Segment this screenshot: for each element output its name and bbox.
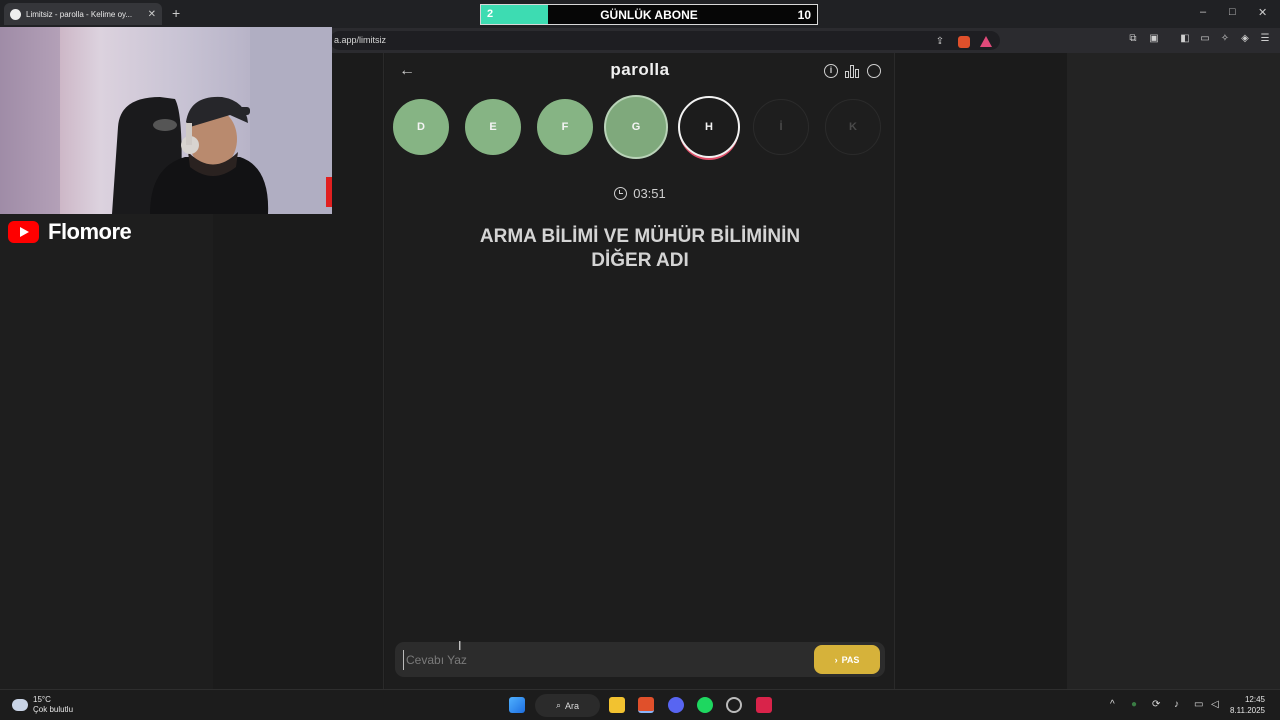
- maximize-button[interactable]: □: [1229, 6, 1236, 18]
- letter-circle-i: İ: [753, 99, 809, 155]
- url-text: a.app/limitsiz: [334, 35, 387, 45]
- letter-circle-d: D: [393, 99, 449, 155]
- menu-icon[interactable]: ☰: [1259, 33, 1271, 45]
- display-icon[interactable]: ▭: [1194, 699, 1203, 710]
- weather-text: Çok bulutlu: [33, 705, 74, 714]
- brave-rewards-icon[interactable]: [980, 36, 992, 48]
- date: 8.11.2025: [1230, 706, 1265, 715]
- app-icon[interactable]: [756, 697, 772, 713]
- time: 12:45: [1244, 695, 1265, 704]
- question-line-2: DİĞER ADI: [591, 250, 689, 271]
- close-window-button[interactable]: ✕: [1258, 6, 1267, 19]
- timer-value: 03:51: [633, 186, 666, 201]
- subs-label: GÜNLÜK ABONE: [600, 8, 698, 22]
- subs-goal: 10: [797, 8, 811, 22]
- letter-circle-h-current: H: [678, 96, 740, 158]
- letter-circle-e: E: [465, 99, 521, 155]
- webcam-scene: [0, 27, 332, 214]
- stats-icon[interactable]: [845, 64, 859, 78]
- daily-subs-goal-bar: 2 GÜNLÜK ABONE 10: [480, 4, 818, 25]
- youtube-logo-icon: [8, 221, 39, 243]
- temperature: 15°C: [33, 695, 51, 704]
- profile-icon[interactable]: [867, 64, 881, 78]
- timer: 03:51: [385, 186, 895, 201]
- question-text: ARMA BİLİMİ VE MÜHÜR BİLİMİNİN DİĞER ADI: [445, 225, 835, 273]
- right-panel: [1067, 53, 1280, 689]
- letter-circle-f: F: [537, 99, 593, 155]
- share-icon[interactable]: ⇪: [934, 36, 946, 48]
- tab-groups-icon[interactable]: ▣: [1148, 33, 1160, 45]
- chevron-right-icon: ›: [834, 654, 838, 665]
- brave-browser-icon[interactable]: [638, 697, 654, 713]
- page-gutter-right: [895, 53, 1067, 689]
- tab-title: Limitsiz - parolla - Kelime oy...: [26, 9, 133, 19]
- brave-shields-icon[interactable]: [958, 36, 970, 48]
- discord-icon[interactable]: [668, 697, 684, 713]
- answer-input[interactable]: [403, 650, 803, 670]
- windows-start-icon[interactable]: [509, 697, 525, 713]
- spotify-icon[interactable]: [697, 697, 713, 713]
- search-icon: ⌕: [555, 700, 562, 710]
- pass-label: PAS: [841, 654, 860, 665]
- minimize-button[interactable]: –: [1200, 6, 1206, 18]
- pass-button[interactable]: › PAS: [814, 645, 880, 674]
- tab-close-icon[interactable]: ✕: [148, 9, 156, 20]
- taskbar: 15°C Çok bulutlu ⌕ Ara ^ ● ⟳ ♪ ▭ ◁ 12:45…: [0, 689, 1280, 720]
- search-label: Ara: [565, 700, 580, 711]
- cloud-icon: [12, 699, 28, 711]
- microphone-icon[interactable]: ♪: [1174, 699, 1179, 710]
- app-title: parolla: [610, 60, 670, 79]
- text-cursor-icon: I: [458, 639, 462, 653]
- leo-ai-icon[interactable]: ✧: [1219, 33, 1231, 45]
- sidebar-icon[interactable]: ◧: [1179, 33, 1191, 45]
- tray-overflow-icon[interactable]: ^: [1110, 699, 1115, 710]
- browser-tab[interactable]: Limitsiz - parolla - Kelime oy... ✕: [4, 3, 162, 25]
- sync-icon[interactable]: ⟳: [1152, 699, 1160, 710]
- letter-circle-k: K: [825, 99, 881, 155]
- game-app: ← parolla i D E F G H İ K 03:51 ARMA BİL…: [385, 53, 895, 689]
- clock-icon: [614, 187, 628, 200]
- taskbar-clock[interactable]: 12:45 8.11.2025: [1230, 694, 1265, 716]
- tray-app-icon[interactable]: ●: [1131, 699, 1137, 710]
- taskbar-search[interactable]: ⌕ Ara: [535, 694, 600, 717]
- steam-icon[interactable]: [726, 697, 742, 713]
- tab-favicon-icon: [10, 8, 21, 20]
- weather-widget[interactable]: 15°C Çok bulutlu: [12, 695, 73, 715]
- wallet-icon[interactable]: ▭: [1199, 33, 1211, 45]
- file-explorer-icon[interactable]: [609, 697, 625, 713]
- webcam-overlay: [0, 27, 332, 214]
- channel-name: Flomore: [48, 219, 132, 244]
- extensions-icon[interactable]: ⧉: [1127, 33, 1139, 45]
- new-tab-button[interactable]: +: [172, 5, 180, 21]
- question-line-1: ARMA BİLİMİ VE MÜHÜR BİLİMİNİN: [479, 226, 801, 247]
- letter-circle-g: G: [604, 95, 668, 159]
- answer-bar: › PAS: [395, 642, 885, 677]
- url-field[interactable]: a.app/limitsiz ⇪: [330, 31, 1000, 50]
- vpn-icon[interactable]: ◈: [1239, 33, 1251, 45]
- info-icon[interactable]: i: [824, 64, 838, 78]
- volume-icon[interactable]: ◁: [1211, 699, 1219, 710]
